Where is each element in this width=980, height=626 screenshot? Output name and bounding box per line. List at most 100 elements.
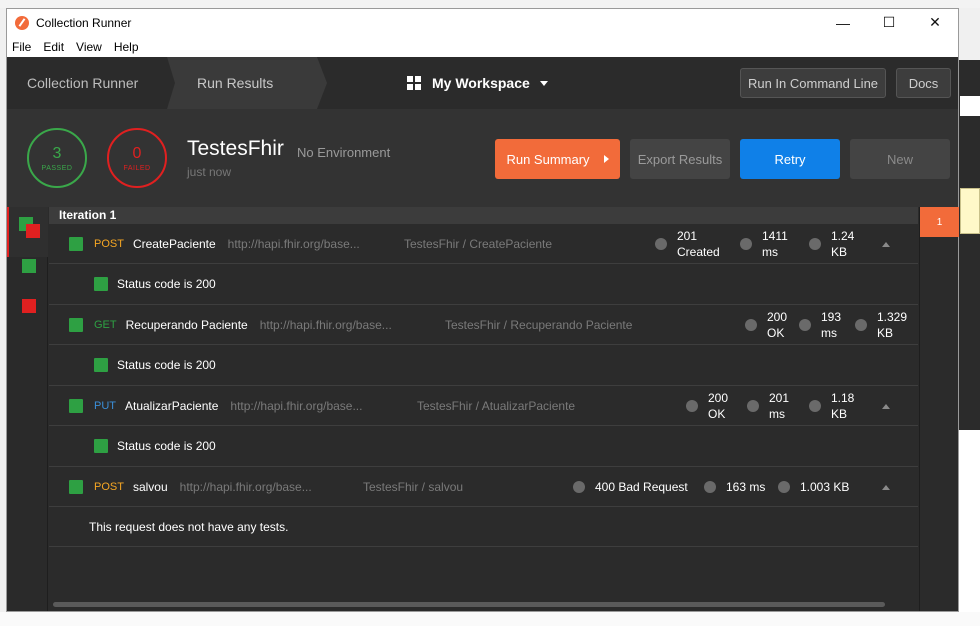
request-method: PUT bbox=[94, 399, 116, 412]
maximize-button[interactable]: ☐ bbox=[866, 9, 912, 36]
pass-status-icon bbox=[94, 277, 108, 291]
title-bar: Collection Runner — ☐ ✕ bbox=[7, 9, 958, 36]
status-text: OK bbox=[708, 406, 726, 421]
new-button[interactable]: New bbox=[850, 139, 950, 179]
status-code: 201 bbox=[677, 228, 698, 243]
menu-edit[interactable]: Edit bbox=[43, 40, 64, 54]
background-window-edge-lower bbox=[958, 430, 980, 612]
response-size: 1.18 KB bbox=[809, 390, 854, 422]
time-value: 193 bbox=[821, 309, 842, 324]
test-name: Status code is 200 bbox=[117, 277, 216, 291]
minimize-button[interactable]: — bbox=[820, 9, 866, 36]
status-dot-icon bbox=[655, 237, 667, 250]
time-value: 1411 bbox=[762, 228, 788, 243]
request-method: GET bbox=[94, 318, 117, 331]
iteration-gutter bbox=[7, 207, 48, 611]
request-url: http://hapi.fhir.org/base... bbox=[179, 479, 312, 494]
gutter-fail-indicator[interactable] bbox=[22, 299, 36, 313]
iteration-header: Iteration 1 bbox=[49, 207, 918, 224]
response-time: 193 ms bbox=[799, 309, 841, 341]
size-unit: KB bbox=[877, 325, 894, 340]
runner-app: Collection Runner Run Results My Workspa… bbox=[7, 57, 959, 611]
background-window-edge bbox=[958, 60, 980, 430]
background-panel bbox=[960, 96, 980, 116]
test-name: Status code is 200 bbox=[117, 358, 216, 372]
pass-status-icon bbox=[69, 398, 83, 413]
pass-status-icon bbox=[94, 358, 108, 372]
time-unit: ms bbox=[762, 244, 778, 259]
passed-counter: 3 PASSED bbox=[27, 128, 87, 188]
chevron-right-icon bbox=[603, 155, 609, 163]
workspace-label: My Workspace bbox=[432, 75, 530, 91]
request-name: AtualizarPaciente bbox=[125, 398, 219, 413]
time-dot-icon bbox=[704, 480, 716, 493]
iteration-list: 1 bbox=[919, 207, 959, 611]
size-dot-icon bbox=[809, 399, 821, 412]
export-results-button[interactable]: Export Results bbox=[630, 139, 730, 179]
request-url: http://hapi.fhir.org/base... bbox=[230, 398, 363, 413]
time-dot-icon bbox=[747, 399, 759, 412]
menu-view[interactable]: View bbox=[76, 40, 102, 54]
run-summary-button[interactable]: Run Summary bbox=[495, 139, 620, 179]
response-size: 1.329 KB bbox=[855, 309, 907, 341]
collapse-chevron-icon[interactable] bbox=[882, 404, 890, 409]
failed-counter: 0 FAILED bbox=[107, 128, 167, 188]
collapse-chevron-icon[interactable] bbox=[882, 485, 890, 490]
request-row[interactable]: GET Recuperando Paciente http://hapi.fhi… bbox=[49, 305, 918, 345]
request-row[interactable]: POST salvou http://hapi.fhir.org/base...… bbox=[49, 467, 918, 507]
postman-logo-icon bbox=[15, 15, 29, 30]
response-status: 400 Bad Request bbox=[573, 479, 688, 495]
scrollbar-thumb[interactable] bbox=[53, 602, 885, 607]
collapse-chevron-icon[interactable] bbox=[882, 242, 890, 247]
run-in-command-line-button[interactable]: Run In Command Line bbox=[740, 68, 886, 98]
time-unit: ms bbox=[821, 325, 837, 340]
horizontal-scrollbar[interactable] bbox=[51, 601, 917, 608]
response-size: 1.24 KB bbox=[809, 228, 854, 260]
test-result-row: Status code is 200 bbox=[49, 345, 918, 386]
request-path: TestesFhir / AtualizarPaciente bbox=[417, 398, 576, 413]
test-result-row: Status code is 200 bbox=[49, 426, 918, 467]
time-value: 163 ms bbox=[726, 479, 766, 494]
size-unit: KB bbox=[831, 244, 848, 259]
desktop-background-strip bbox=[0, 0, 980, 8]
run-summary-header: 3 PASSED 0 FAILED TestesFhir No Environm… bbox=[7, 109, 958, 206]
menu-help[interactable]: Help bbox=[114, 40, 139, 54]
size-unit: KB bbox=[831, 406, 848, 421]
results-panel: Iteration 1 POST CreatePaciente http://h… bbox=[7, 207, 959, 611]
request-row[interactable]: PUT AtualizarPaciente http://hapi.fhir.o… bbox=[49, 386, 918, 426]
close-button[interactable]: ✕ bbox=[912, 9, 958, 36]
response-time: 163 ms bbox=[704, 479, 765, 495]
size-value: 1.18 bbox=[831, 390, 855, 405]
status-dot-icon bbox=[686, 399, 698, 412]
workspace-switcher[interactable]: My Workspace bbox=[407, 57, 548, 109]
breadcrumb-run-results[interactable]: Run Results bbox=[167, 57, 327, 109]
gutter-pass-indicator[interactable] bbox=[22, 259, 36, 273]
retry-button[interactable]: Retry bbox=[740, 139, 840, 179]
request-method: POST bbox=[94, 237, 124, 250]
request-path: TestesFhir / Recuperando Paciente bbox=[445, 317, 633, 332]
request-path: TestesFhir / CreatePaciente bbox=[404, 236, 553, 251]
size-value: 1.329 bbox=[877, 309, 908, 324]
docs-button[interactable]: Docs bbox=[896, 68, 951, 98]
time-dot-icon bbox=[799, 318, 811, 331]
collection-runner-window: Collection Runner — ☐ ✕ File Edit View H… bbox=[6, 8, 959, 612]
gutter-fail-indicator bbox=[26, 224, 40, 238]
window-title: Collection Runner bbox=[36, 15, 132, 30]
status-code: 200 bbox=[767, 309, 788, 324]
test-result-row: Status code is 200 bbox=[49, 264, 918, 305]
request-method: POST bbox=[94, 480, 124, 493]
breadcrumb-collection-runner[interactable]: Collection Runner bbox=[7, 57, 175, 109]
size-dot-icon bbox=[809, 237, 821, 250]
iteration-badge[interactable]: 1 bbox=[920, 207, 959, 237]
response-status: 200 OK bbox=[745, 309, 787, 341]
response-size: 1.003 KB bbox=[778, 479, 849, 495]
size-value: 1.24 bbox=[831, 228, 855, 243]
background-note bbox=[960, 188, 980, 234]
status-text: 400 Bad Request bbox=[595, 479, 688, 494]
time-dot-icon bbox=[740, 237, 752, 250]
status-code: 200 bbox=[708, 390, 729, 405]
passed-label: PASSED bbox=[41, 164, 73, 172]
request-url: http://hapi.fhir.org/base... bbox=[259, 317, 392, 332]
request-row[interactable]: POST CreatePaciente http://hapi.fhir.org… bbox=[49, 224, 918, 264]
menu-file[interactable]: File bbox=[12, 40, 31, 54]
